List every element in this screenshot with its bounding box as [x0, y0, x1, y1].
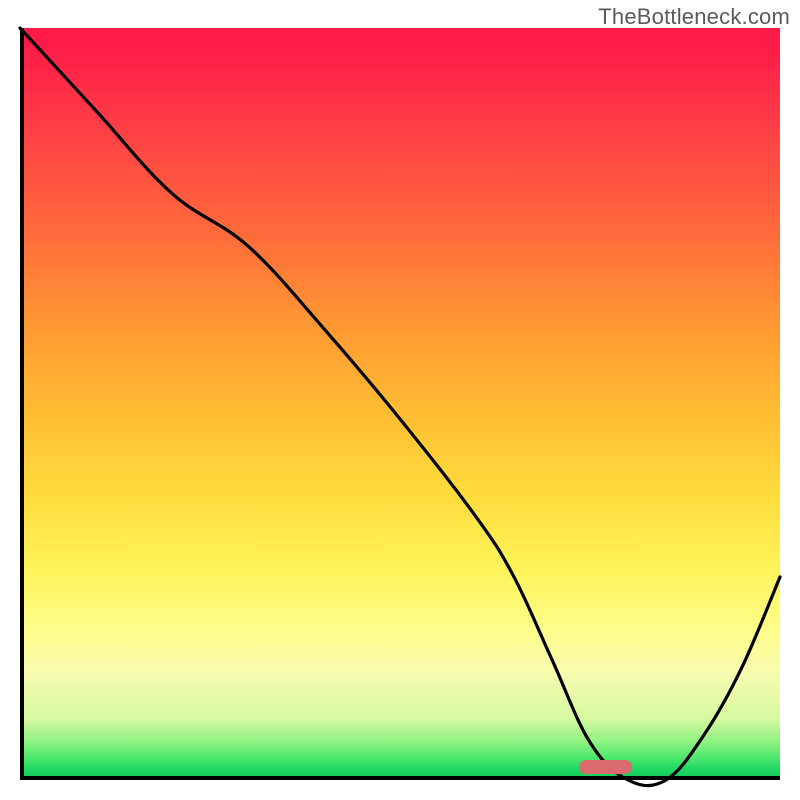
plot-area: [20, 28, 780, 780]
curve-path: [20, 28, 780, 786]
target-marker: [579, 760, 632, 774]
chart-container: TheBottleneck.com: [0, 0, 800, 800]
bottleneck-curve: [20, 28, 780, 780]
watermark-text: TheBottleneck.com: [598, 4, 790, 30]
